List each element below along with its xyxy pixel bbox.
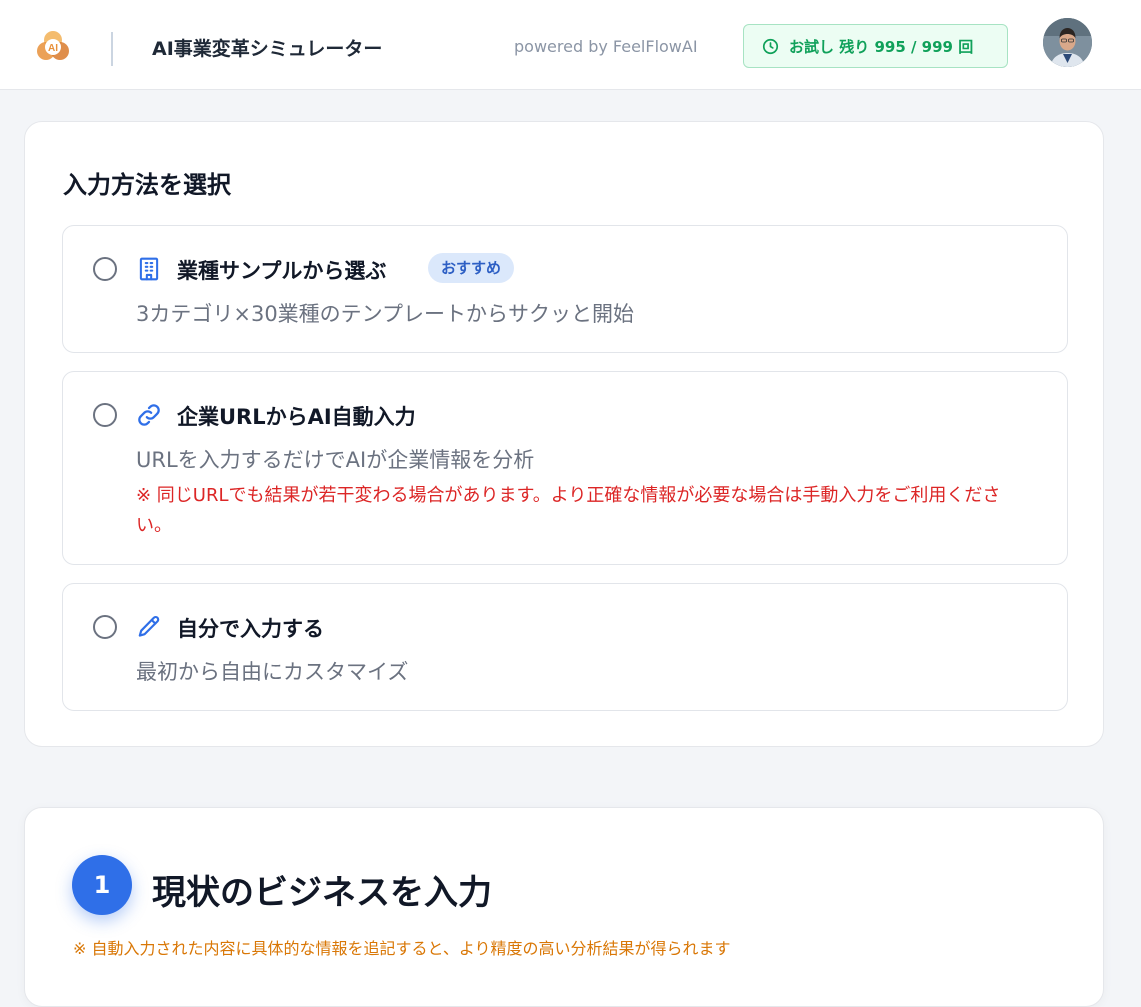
clock-icon xyxy=(762,38,779,54)
option-manual-input[interactable]: 自分で入力する 最初から自由にカスタマイズ xyxy=(62,583,1068,711)
pencil-icon xyxy=(138,616,160,637)
link-icon xyxy=(138,404,160,426)
user-avatar-icon xyxy=(1043,18,1092,67)
building-icon xyxy=(139,257,159,281)
input-method-title: 入力方法を選択 xyxy=(63,171,231,199)
step1-card: 1 現状のビジネスを入力 ※ 自動入力された内容に具体的な情報を追記すると、より… xyxy=(24,807,1104,1007)
radio-industry-sample[interactable] xyxy=(93,257,117,281)
step1-title: 現状のビジネスを入力 xyxy=(152,873,492,913)
radio-manual-input[interactable] xyxy=(93,615,117,639)
radio-company-url[interactable] xyxy=(93,403,117,427)
user-avatar[interactable] xyxy=(1043,18,1092,67)
option-manual-input-description: 最初から自由にカスタマイズ xyxy=(136,660,409,684)
option-industry-sample-label: 業種サンプルから選ぶ xyxy=(177,259,387,283)
option-company-url[interactable]: 企業URLからAI自動入力 URLを入力するだけでAIが企業情報を分析 ※ 同じ… xyxy=(62,371,1068,565)
app-title: AI事業変革シミュレーター xyxy=(152,38,383,60)
option-company-url-label: 企業URLからAI自動入力 xyxy=(177,405,416,429)
app-header: AI AI事業変革シミュレーター powered by FeelFlowAI お… xyxy=(0,0,1141,90)
step-number-badge: 1 xyxy=(72,855,132,915)
trial-remaining-badge: お試し 残り 995 / 999 回 xyxy=(743,24,1008,68)
option-manual-input-label: 自分で入力する xyxy=(177,617,324,641)
powered-by-text: powered by FeelFlowAI xyxy=(514,37,698,56)
option-industry-sample-description: 3カテゴリ×30業種のテンプレートからサクッと開始 xyxy=(136,302,635,326)
logo-text: AI xyxy=(48,43,58,54)
option-company-url-description: URLを入力するだけでAIが企業情報を分析 xyxy=(136,448,535,472)
feelflow-logo-icon[interactable]: AI xyxy=(34,27,72,65)
trial-remaining-text: お試し 残り 995 / 999 回 xyxy=(789,37,974,56)
recommended-badge: おすすめ xyxy=(428,253,515,283)
option-industry-sample[interactable]: 業種サンプルから選ぶ おすすめ 3カテゴリ×30業種のテンプレートからサクッと開… xyxy=(62,225,1068,353)
input-method-card: 入力方法を選択 業種サンプルから選ぶ おすすめ 3カテゴリ×30業種のテンプレー… xyxy=(24,121,1104,747)
option-company-url-warning: ※ 同じURLでも結果が若干変わる場合があります。より正確な情報が必要な場合は手… xyxy=(136,485,1001,536)
header-divider xyxy=(111,32,113,66)
step1-note: ※ 自動入力された内容に具体的な情報を追記すると、より精度の高い分析結果が得られ… xyxy=(73,939,731,958)
